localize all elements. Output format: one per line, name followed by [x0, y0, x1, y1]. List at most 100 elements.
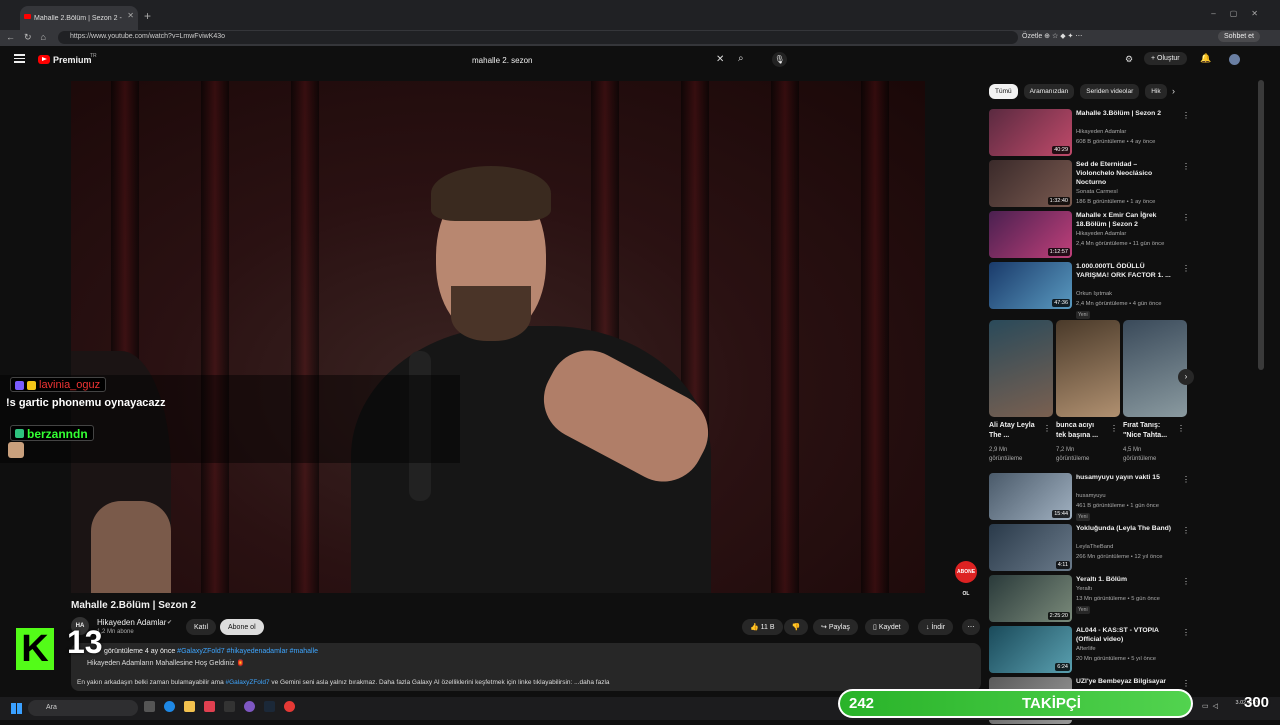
video-thumbnail[interactable]: 1:12:57 — [989, 211, 1072, 258]
nav-buttons[interactable]: ←↻⌂ — [6, 32, 55, 43]
recommendation-item[interactable]: 1:12:57 Mahalle x Emir Can İğrek 18.Bölüm… — [989, 211, 1190, 259]
more-vert-icon[interactable]: ⋮ — [1182, 264, 1190, 273]
video-thumbnail[interactable]: 6:24 — [989, 626, 1072, 673]
sohbet-button[interactable]: Sohbet et — [1218, 31, 1260, 42]
more-vert-icon[interactable]: ⋮ — [1182, 111, 1190, 120]
more-vert-icon[interactable]: ⋮ — [1182, 628, 1190, 637]
microphone-icon[interactable]: 🎙 — [772, 52, 787, 67]
video-thumbnail[interactable]: 1:32:40 — [989, 160, 1072, 207]
taskbar-search[interactable]: Ara — [28, 700, 138, 716]
notifications-bell-icon[interactable]: 🔔 — [1200, 53, 1211, 64]
recommendation-item[interactable]: 40:29 Mahalle 3.Bölüm | Sezon 2 ⋮ Hikayeden… — [989, 109, 1190, 157]
chevron-right-icon[interactable]: › — [1172, 86, 1175, 96]
chip-all[interactable]: Tümü — [989, 84, 1018, 99]
save-button[interactable]: ▯ Kaydet — [865, 619, 909, 635]
video-thumbnail[interactable]: 4:11 — [989, 524, 1072, 571]
rec-title[interactable]: 1.000.000TL ÖDÜLLÜ YARIŞMA! ORK FACTOR 1… — [1076, 262, 1172, 280]
join-button[interactable]: Katıl — [186, 619, 217, 635]
more-vert-icon[interactable]: ⋮ — [1182, 526, 1190, 535]
chevron-right-icon[interactable]: › — [1178, 369, 1194, 385]
recommendation-item[interactable]: 1:32:40 Sed de Eternidad – Violonchelo Ne… — [989, 160, 1190, 208]
more-vert-icon[interactable]: ⋮ — [1043, 424, 1051, 433]
chip-series[interactable]: Seriden videolar — [1080, 84, 1140, 99]
rec-title[interactable]: Yokluğunda (Leyla The Band) — [1076, 524, 1172, 533]
like-button[interactable]: 👍 11 B — [742, 619, 783, 635]
dislike-button[interactable]: 👎 — [784, 619, 808, 635]
rec-channel[interactable]: Sonata Carmesí — [1076, 189, 1118, 195]
short-thumbnail[interactable] — [989, 320, 1053, 417]
video-thumbnail[interactable]: 47:36 — [989, 262, 1072, 309]
channel-name[interactable]: Hikayeden Adamlar — [97, 618, 166, 627]
rec-channel[interactable]: Hikayeden Adamlar — [1076, 129, 1126, 135]
cast-icon[interactable]: ⚙ — [1125, 54, 1133, 65]
more-vert-icon[interactable]: ⋮ — [1182, 162, 1190, 171]
more-vert-icon[interactable]: ⋮ — [1177, 424, 1185, 433]
recommendation-item[interactable]: 4:11 Yokluğunda (Leyla The Band) ⋮ LeylaThe… — [989, 524, 1190, 572]
user-avatar[interactable] — [1229, 54, 1240, 65]
rec-title[interactable]: AL044 - KAS:ST - VTOPIA (Official video) — [1076, 626, 1172, 644]
app-icon[interactable] — [244, 701, 255, 712]
rec-channel[interactable]: husamyuyu — [1076, 493, 1106, 499]
clear-search-icon[interactable]: ✕ — [716, 54, 724, 65]
rec-title[interactable]: Mahalle x Emir Can İğrek 18.Bölüm | Sezo… — [1076, 211, 1172, 229]
chip-from-search[interactable]: Aramanızdan — [1023, 84, 1075, 99]
hashtags[interactable]: #GalaxyZFold7 #hikayedenadamlar #mahalle — [177, 648, 318, 655]
subscribe-button[interactable]: Abone ol — [220, 619, 264, 635]
short-thumbnail[interactable] — [1123, 320, 1187, 417]
url-field[interactable]: https://www.youtube.com/watch?v=LmwFviwK… — [58, 31, 1018, 44]
more-vert-icon[interactable]: ⋮ — [1182, 475, 1190, 484]
hamburger-menu-icon[interactable] — [14, 54, 25, 63]
desc-hashtag[interactable]: #GalaxyZFold7 — [226, 679, 270, 686]
share-button[interactable]: ↪ Paylaş — [813, 619, 858, 635]
more-actions-icon[interactable]: ⋯ — [962, 619, 980, 635]
file-explorer-icon[interactable] — [184, 701, 195, 712]
close-tab-icon[interactable]: ✕ — [127, 11, 134, 20]
more-vert-icon[interactable]: ⋮ — [1182, 679, 1190, 688]
short-thumbnail[interactable] — [1056, 320, 1120, 417]
browser-tab[interactable]: Mahalle 2.Bölüm | Sezon 2 - YouTube ✕ — [20, 6, 138, 30]
search-icon[interactable]: ⌕ — [738, 53, 744, 64]
download-button[interactable]: ↓ İndir — [918, 619, 954, 635]
system-tray[interactable]: ▭◁ — [1202, 702, 1222, 710]
rec-title[interactable]: UZI'ye Bembeyaz Bilgisayar — [1076, 677, 1172, 686]
steam-icon[interactable] — [264, 701, 275, 712]
youtube-logo-icon[interactable] — [38, 55, 50, 64]
short-title[interactable]: Fırat Tanış: "Nice Tahta... — [1123, 421, 1173, 441]
rec-channel[interactable]: Orkun Işıtmak — [1076, 291, 1112, 297]
chip-channel[interactable]: Hik — [1145, 84, 1167, 99]
rec-channel[interactable]: LeylaTheBand — [1076, 544, 1113, 550]
scrollbar[interactable] — [1258, 80, 1264, 370]
rec-channel[interactable]: Yeraltı — [1076, 586, 1092, 592]
app-icon[interactable] — [204, 701, 215, 712]
recommendation-item[interactable]: 2:25:20 Yeraltı 1. Bölüm ⋮ Yeraltı 13 Mn gör… — [989, 575, 1190, 623]
recommendation-item[interactable]: 47:36 1.000.000TL ÖDÜLLÜ YARIŞMA! ORK FAC… — [989, 262, 1190, 319]
short-title[interactable]: Ali Atay Leyla The ... — [989, 421, 1039, 441]
rec-title[interactable]: Mahalle 3.Bölüm | Sezon 2 — [1076, 109, 1172, 118]
ozetle-button[interactable]: Özetle ⊕ ☆ ◆ ✦ ⋯ — [1022, 32, 1082, 40]
rec-title[interactable]: husamyuyu yayın vakti 15 — [1076, 473, 1172, 482]
edge-icon[interactable] — [164, 701, 175, 712]
logo-text[interactable]: Premium — [53, 55, 92, 65]
rec-channel[interactable]: Hikayeden Adamlar — [1076, 231, 1126, 237]
task-view-icon[interactable] — [144, 701, 155, 712]
video-thumbnail[interactable]: 40:29 — [989, 109, 1072, 156]
video-thumbnail[interactable]: 2:25:20 — [989, 575, 1072, 622]
more-vert-icon[interactable]: ⋮ — [1182, 577, 1190, 586]
rec-title[interactable]: Yeraltı 1. Bölüm — [1076, 575, 1172, 584]
more-vert-icon[interactable]: ⋮ — [1182, 213, 1190, 222]
rec-channel[interactable]: Afterlife — [1076, 646, 1096, 652]
rec-title[interactable]: Sed de Eternidad – Violonchelo Neoclásic… — [1076, 160, 1172, 187]
more-vert-icon[interactable]: ⋮ — [1110, 424, 1118, 433]
subscribe-watermark[interactable]: ABONE OL — [955, 561, 977, 597]
window-controls[interactable]: –▢✕ — [1211, 9, 1272, 18]
video-thumbnail[interactable]: 15:44 — [989, 473, 1072, 520]
obs-icon[interactable] — [284, 701, 295, 712]
app-icon[interactable] — [224, 701, 235, 712]
recommendation-item[interactable]: 6:24 AL044 - KAS:ST - VTOPIA (Official vi… — [989, 626, 1190, 674]
windows-start-icon[interactable] — [11, 703, 22, 714]
video-player[interactable] — [71, 81, 925, 593]
recommendation-item[interactable]: 15:44 husamyuyu yayın vakti 15 ⋮ husamyuyu 4… — [989, 473, 1190, 521]
new-tab-button[interactable]: + — [144, 9, 151, 23]
create-button[interactable]: + Oluştur — [1144, 52, 1187, 65]
short-title[interactable]: bunca acıyı tek başına ... — [1056, 421, 1106, 441]
